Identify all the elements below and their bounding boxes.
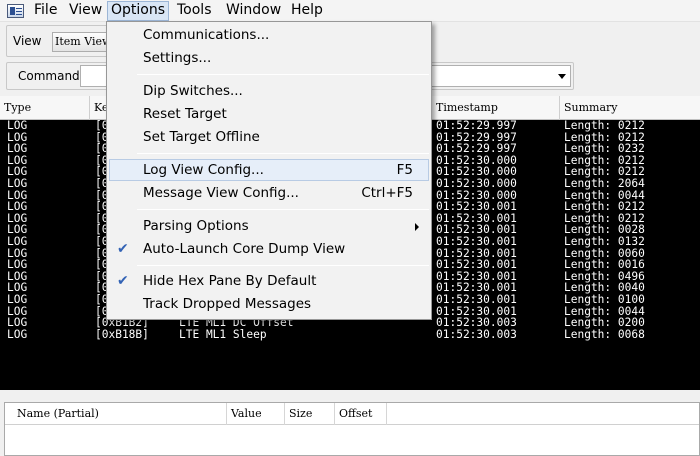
- cell-type: LOG: [7, 316, 28, 330]
- menu-bar: File View Options Tools Window Help: [0, 0, 700, 22]
- menu-item-settings[interactable]: Settings...: [109, 47, 429, 69]
- item-view-button[interactable]: Item View: [52, 32, 114, 52]
- cell-name: LTE ML1 Sleep: [179, 327, 267, 341]
- menu-item-label: Track Dropped Messages: [143, 296, 312, 312]
- menu-item-label: Hide Hex Pane By Default: [143, 273, 317, 289]
- menu-view[interactable]: View: [66, 1, 105, 21]
- menu-tools[interactable]: Tools: [174, 1, 215, 21]
- menu-item-parsing-options[interactable]: Parsing Options: [109, 215, 429, 237]
- table-row[interactable]: LOG [0xB18B] LTE ML1 Sleep 01:52:30.003 Leng…: [0, 329, 700, 341]
- cell-key: [0xB18B]: [95, 327, 149, 341]
- details-frame: Name (Partial) Value Size Offset: [4, 402, 700, 456]
- cell-summary: Length: 0016: [564, 258, 645, 272]
- cell-timestamp: 01:52:30.003: [436, 327, 517, 341]
- menu-separator: [137, 209, 429, 210]
- chevron-down-icon[interactable]: [558, 74, 566, 79]
- cell-type: LOG: [7, 292, 28, 306]
- menu-item-log-view-config[interactable]: Log View Config... F5: [109, 159, 429, 181]
- menu-item-label: Parsing Options: [143, 218, 249, 234]
- cell-type: LOG: [7, 176, 28, 190]
- checkmark-icon: ✔: [117, 273, 129, 289]
- cell-timestamp: 01:52:30.000: [436, 176, 517, 190]
- menu-help[interactable]: Help: [288, 1, 326, 21]
- view-group: View Item View: [6, 25, 116, 57]
- menu-item-dip-switches[interactable]: Dip Switches...: [109, 80, 429, 102]
- cell-type: LOG: [7, 120, 28, 132]
- menu-window[interactable]: Window: [223, 1, 284, 21]
- menu-item-message-view-config[interactable]: Message View Config... Ctrl+F5: [109, 182, 429, 204]
- col-value[interactable]: Value: [227, 403, 285, 425]
- menu-item-communications[interactable]: Communications...: [109, 24, 429, 46]
- cell-type: LOG: [7, 258, 28, 272]
- col-timestamp[interactable]: Timestamp: [432, 96, 560, 120]
- cell-type: LOG: [7, 200, 28, 214]
- cell-summary: Length: 0100: [564, 292, 645, 306]
- cell-timestamp: 01:52:30.001: [436, 234, 517, 248]
- cell-type: LOG: [7, 234, 28, 248]
- menu-item-auto-launch-core-dump[interactable]: ✔ Auto-Launch Core Dump View: [109, 238, 429, 260]
- cell-summary: Length: 0132: [564, 234, 645, 248]
- menu-item-shortcut: F5: [396, 162, 413, 178]
- menu-item-set-target-offline[interactable]: Set Target Offline: [109, 126, 429, 148]
- cell-timestamp: 01:52:30.001: [436, 292, 517, 306]
- menu-item-shortcut: Ctrl+F5: [361, 185, 413, 201]
- menu-separator: [137, 153, 429, 154]
- details-header: Name (Partial) Value Size Offset: [5, 403, 699, 425]
- menu-item-label: Dip Switches...: [143, 83, 243, 99]
- col-offset[interactable]: Offset: [335, 403, 387, 425]
- menu-item-label: Settings...: [143, 50, 212, 66]
- cell-summary: Length: 0212: [564, 200, 645, 214]
- submenu-arrow-icon: [415, 223, 419, 231]
- menu-item-label: Message View Config...: [143, 185, 299, 201]
- cell-summary: Length: 0068: [564, 327, 645, 341]
- menu-file[interactable]: File: [31, 1, 60, 21]
- menu-item-label: Auto-Launch Core Dump View: [143, 241, 346, 257]
- cell-summary: Length: 2064: [564, 176, 645, 190]
- menu-item-label: Log View Config...: [143, 162, 264, 178]
- menu-separator: [137, 265, 429, 266]
- menu-options[interactable]: Options: [107, 1, 170, 21]
- col-name-partial[interactable]: Name (Partial): [13, 403, 227, 425]
- col-size[interactable]: Size: [285, 403, 335, 425]
- menu-item-label: Communications...: [143, 27, 270, 43]
- menu-item-label: Reset Target: [143, 106, 227, 122]
- app-icon[interactable]: [7, 4, 24, 18]
- cell-timestamp: 01:52:29.997: [436, 120, 517, 132]
- view-label: View: [13, 34, 42, 48]
- col-summary[interactable]: Summary: [560, 96, 700, 120]
- cell-timestamp: 01:52:30.001: [436, 258, 517, 272]
- cell-type: LOG: [7, 327, 28, 341]
- menu-item-hide-hex-pane[interactable]: ✔ Hide Hex Pane By Default: [109, 270, 429, 292]
- command-label: Command: [18, 69, 80, 83]
- col-type[interactable]: Type: [0, 96, 90, 120]
- menu-item-reset-target[interactable]: Reset Target: [109, 103, 429, 125]
- menu-item-label: Set Target Offline: [143, 129, 260, 145]
- cell-timestamp: 01:52:30.003: [436, 316, 517, 330]
- menu-item-track-dropped-messages[interactable]: Track Dropped Messages: [109, 293, 429, 315]
- checkmark-icon: ✔: [117, 241, 129, 257]
- details-panel: Name (Partial) Value Size Offset: [0, 398, 700, 456]
- menu-separator: [137, 74, 429, 75]
- cell-summary: Length: 0212: [564, 120, 645, 132]
- cell-summary: Length: 0200: [564, 316, 645, 330]
- cell-timestamp: 01:52:30.001: [436, 200, 517, 214]
- options-menu: Communications... Settings... Dip Switch…: [106, 21, 432, 320]
